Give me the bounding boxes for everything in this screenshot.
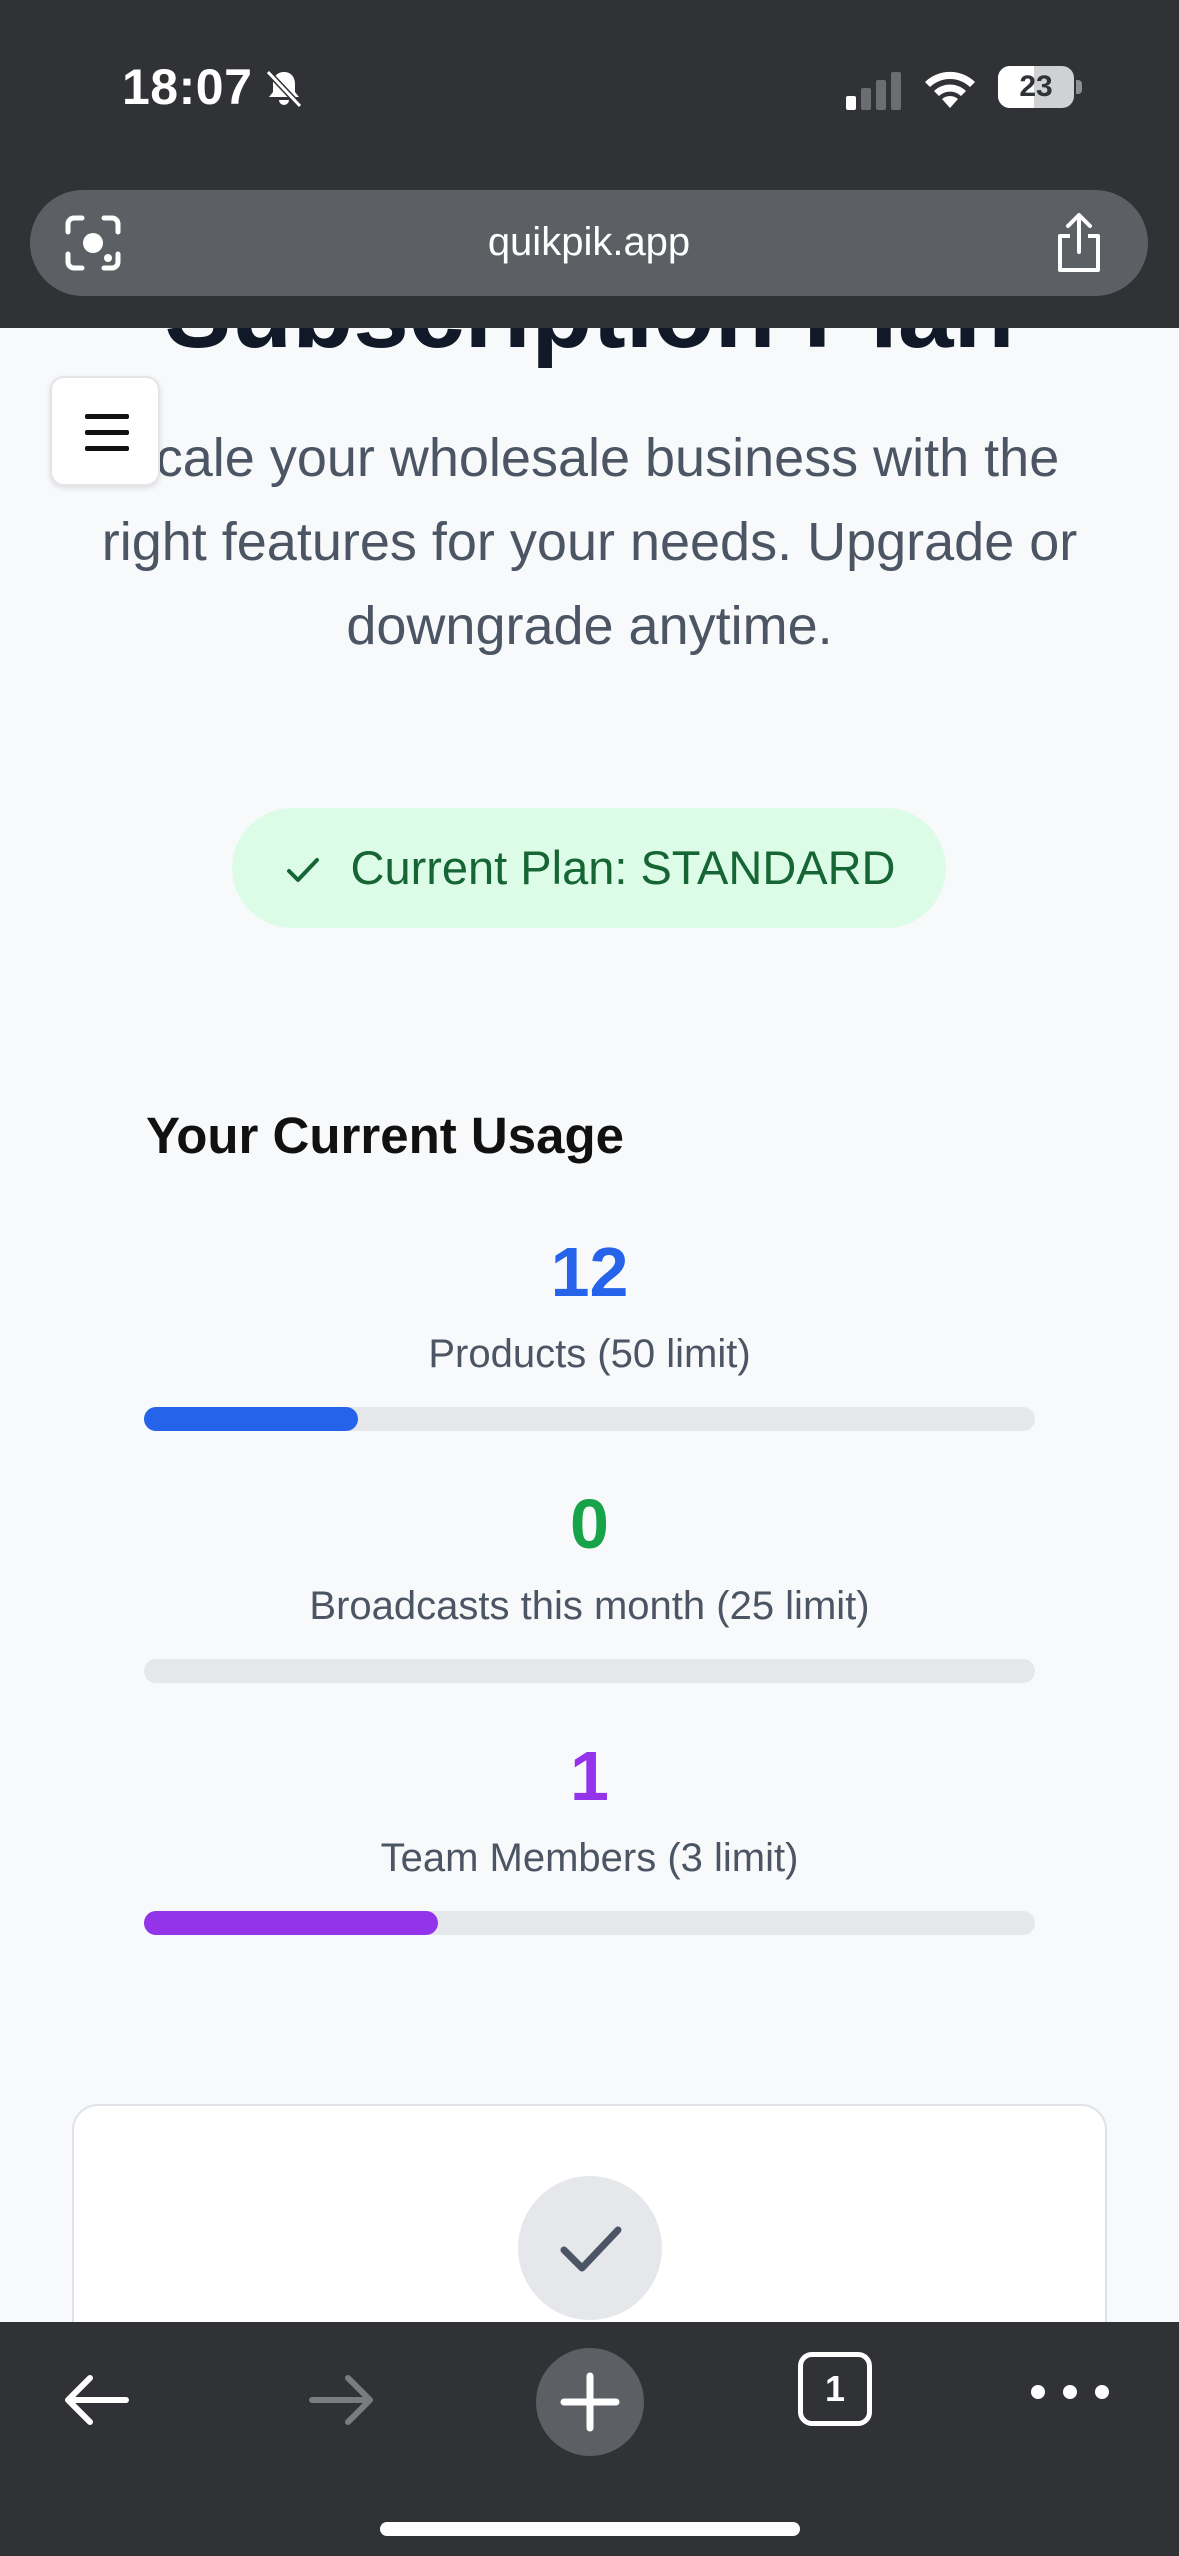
- plan-card[interactable]: [72, 2104, 1107, 2322]
- products-progress-bar: [144, 1407, 1035, 1431]
- signal-icon: [846, 72, 901, 110]
- current-plan-label: Current Plan: STANDARD: [350, 841, 896, 894]
- new-tab-button[interactable]: [536, 2348, 644, 2456]
- broadcasts-label: Broadcasts this month (25 limit): [309, 1584, 870, 1628]
- team-members-progress-bar: [144, 1911, 1035, 1935]
- products-progress-fill: [144, 1407, 358, 1431]
- tabs-button[interactable]: 1: [798, 2352, 872, 2426]
- check-icon: [286, 858, 319, 882]
- usage-title: Your Current Usage: [146, 1107, 624, 1164]
- status-time: 18:07: [122, 59, 253, 115]
- check-icon: [560, 2226, 622, 2272]
- more-icon[interactable]: [1020, 2372, 1120, 2412]
- current-plan-badge: Current Plan: STANDARD: [232, 808, 946, 928]
- menu-icon: [85, 414, 129, 419]
- products-label: Products (50 limit): [428, 1332, 751, 1376]
- broadcasts-progress-bar: [144, 1659, 1035, 1683]
- bell-slash-icon: [265, 69, 303, 109]
- browser-top-chrome: 18:07 23 quikpik.app: [0, 0, 1179, 328]
- wifi-icon: [925, 71, 975, 108]
- broadcasts-count: 0: [570, 1485, 609, 1563]
- share-icon[interactable]: [1052, 212, 1106, 274]
- page-content: Subscription Plan Scale your wholesale b…: [0, 328, 1179, 2322]
- battery-level: 23: [1019, 70, 1053, 103]
- team-members-count: 1: [570, 1737, 609, 1815]
- url-text[interactable]: quikpik.app: [30, 220, 1148, 265]
- browser-bottom-toolbar: 1: [0, 2322, 1179, 2556]
- forward-arrow-icon[interactable]: [302, 2360, 382, 2440]
- team-members-label: Team Members (3 limit): [380, 1836, 799, 1880]
- plan-card-check-badge: [518, 2176, 662, 2320]
- menu-button[interactable]: [50, 376, 160, 486]
- back-arrow-icon[interactable]: [56, 2360, 136, 2440]
- address-bar[interactable]: quikpik.app: [30, 190, 1148, 296]
- home-indicator: [380, 2522, 800, 2536]
- page-subtitle: Scale your wholesale business with the r…: [101, 428, 1078, 656]
- team-members-progress-fill: [144, 1911, 439, 1935]
- plus-icon: [560, 2372, 620, 2432]
- battery-icon: 23: [998, 66, 1082, 108]
- products-count: 12: [550, 1233, 629, 1311]
- page-title: Subscription Plan: [0, 328, 1179, 371]
